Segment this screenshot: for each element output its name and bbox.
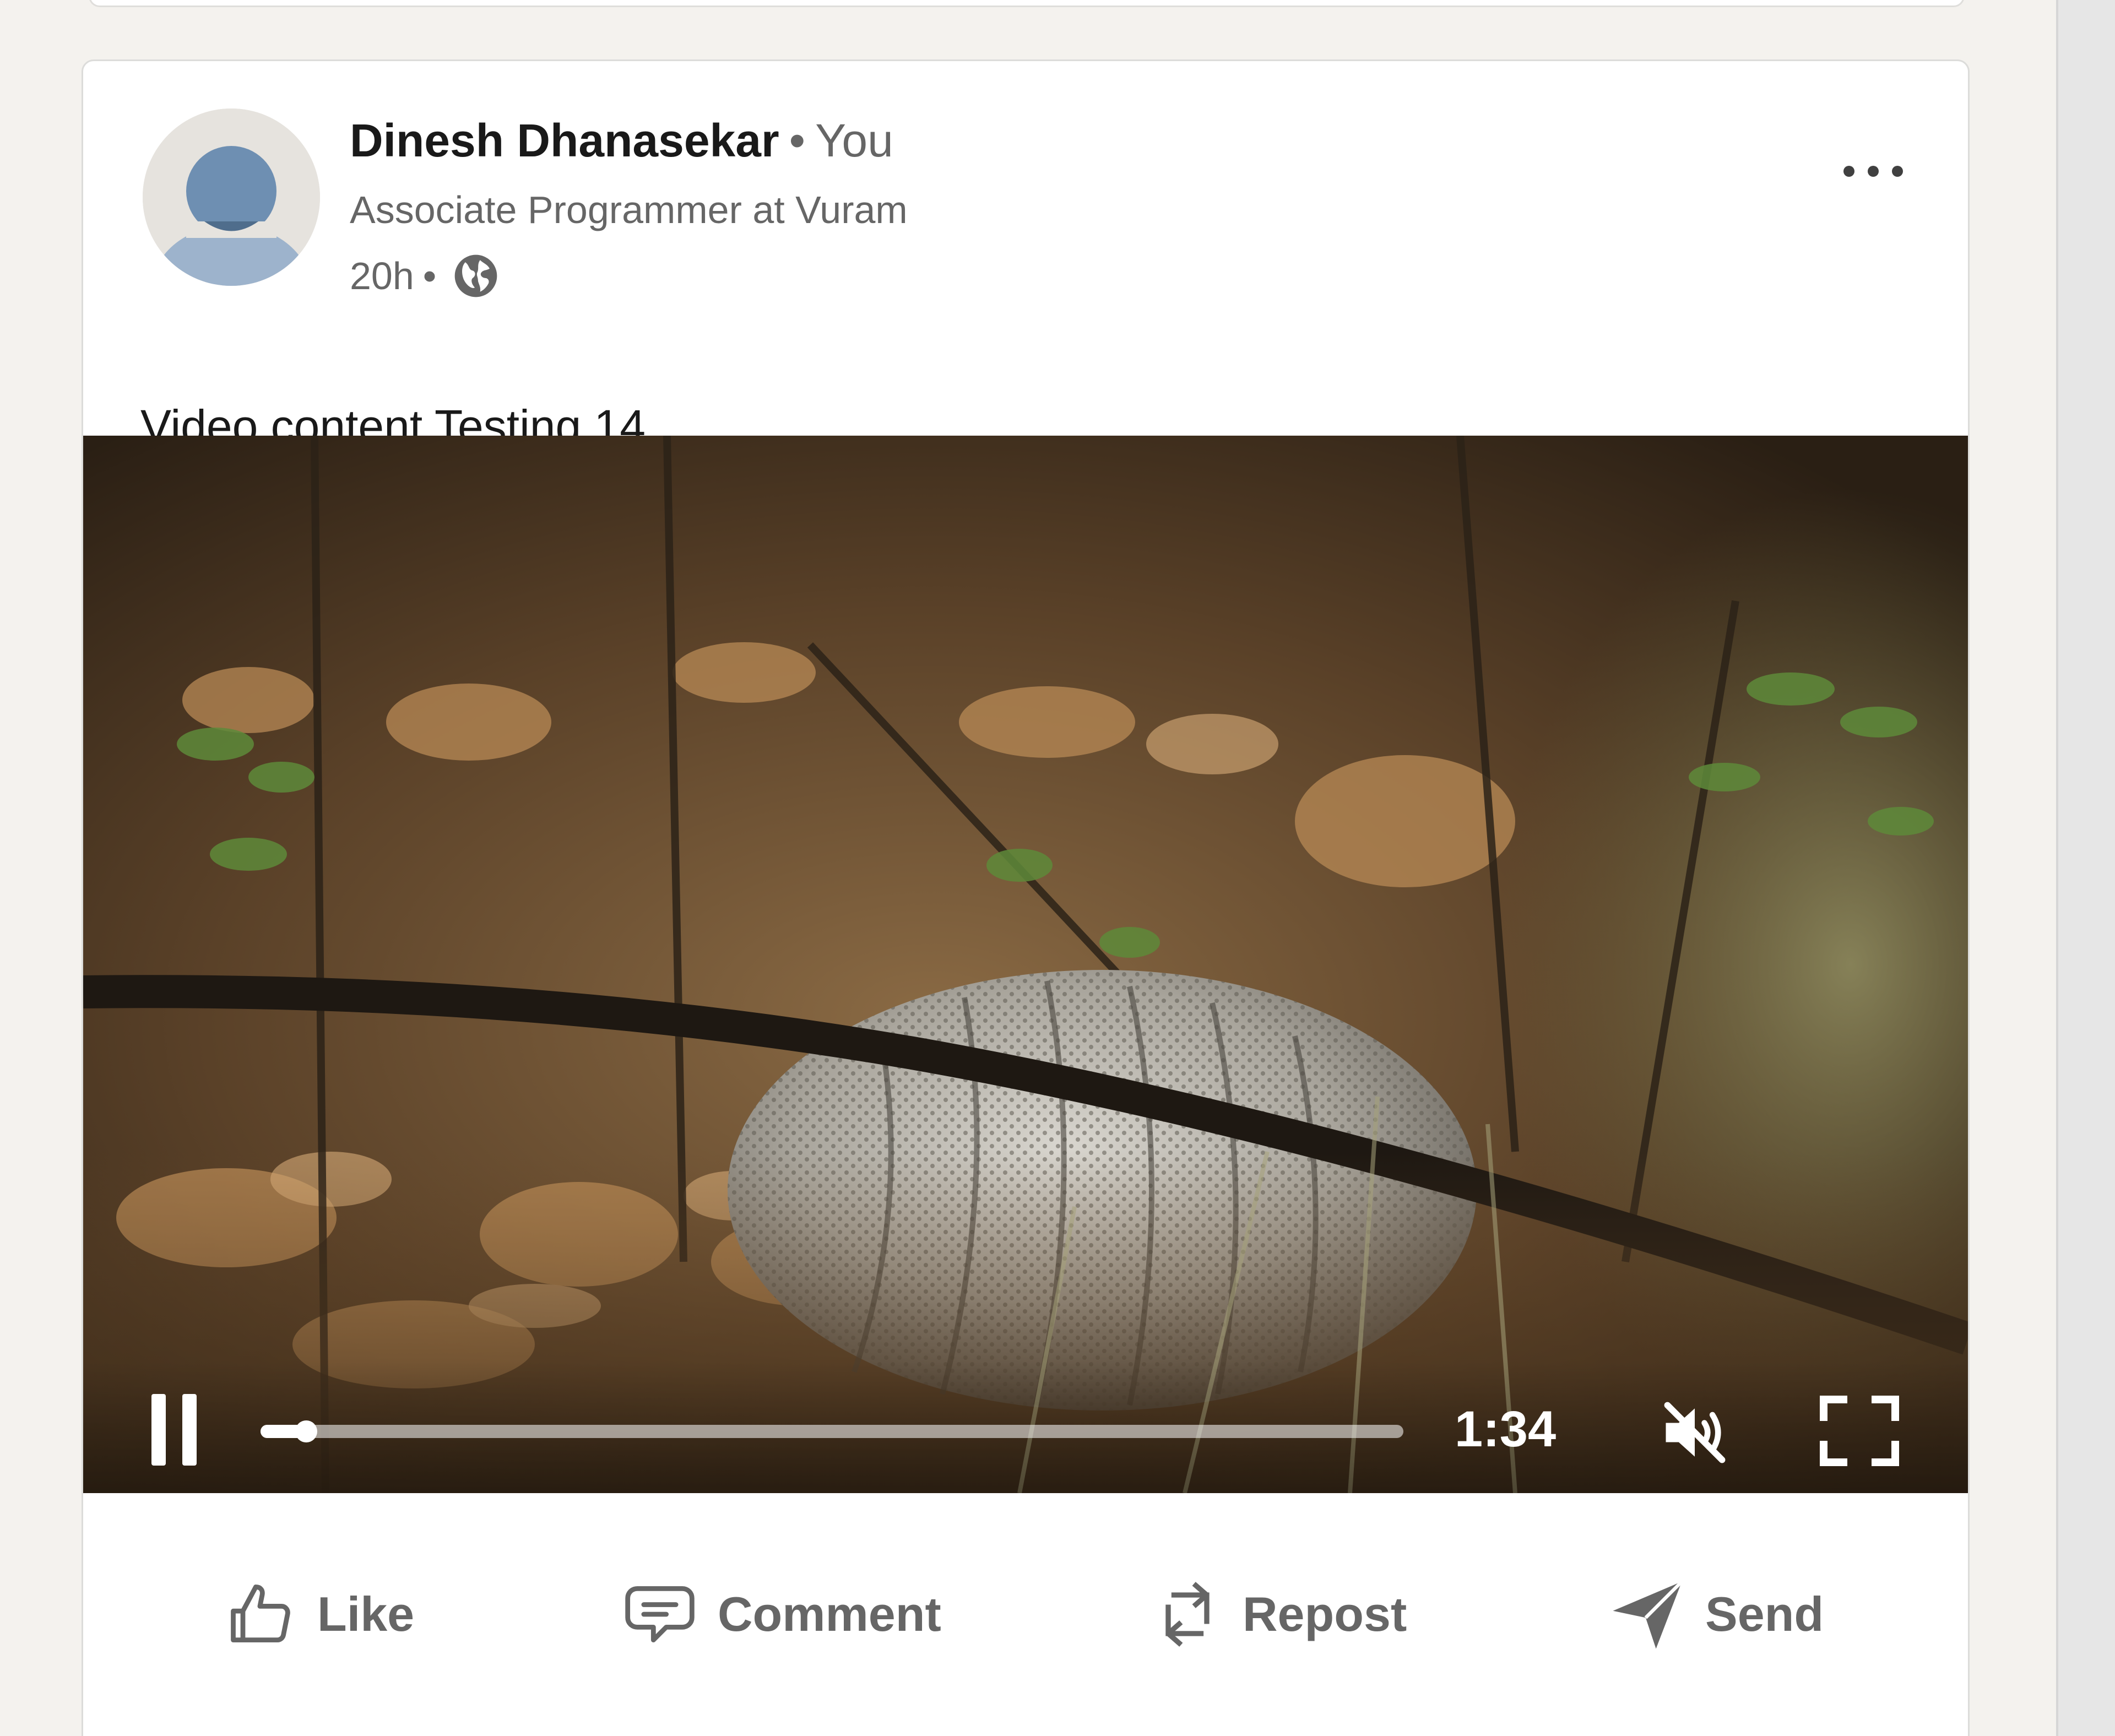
author-line: Dinesh Dhanasekar • You (350, 114, 893, 175)
author-name[interactable]: Dinesh Dhanasekar (350, 115, 779, 166)
avatar-silhouette-icon (143, 109, 320, 286)
repost-icon (1165, 1582, 1210, 1647)
video-progress-bar[interactable] (261, 1420, 1403, 1442)
post-timestamp: 20h (350, 254, 414, 297)
video-time-remaining: 1:34 (1455, 1401, 1557, 1457)
feed-page: Dinesh Dhanasekar • You Associate Programm… (0, 0, 2115, 1736)
feed-post-card: Dinesh Dhanasekar • You Associate Programm… (82, 59, 1970, 1736)
video-controls: 1:34 (83, 1361, 1968, 1493)
post-more-options-button[interactable] (1813, 144, 1934, 199)
send-icon (1613, 1580, 1683, 1649)
globe-icon (454, 254, 497, 297)
video-player[interactable]: 1:34 (83, 436, 1968, 1493)
like-label: Like (317, 1587, 415, 1641)
video-progress-knob[interactable] (295, 1420, 317, 1442)
send-label: Send (1705, 1587, 1824, 1641)
meta-separator: • (422, 254, 437, 297)
comment-button[interactable]: Comment (619, 1559, 941, 1669)
ellipsis-icon (1843, 166, 1854, 177)
repost-button[interactable]: Repost (1149, 1559, 1407, 1669)
previous-post-card (89, 0, 1965, 7)
post-actions-bar: Like Comment Repost Send (83, 1559, 1968, 1669)
pause-icon (151, 1394, 166, 1466)
author-relation: You (815, 115, 893, 166)
comment-label: Comment (718, 1587, 941, 1641)
repost-label: Repost (1243, 1587, 1407, 1641)
fullscreen-button[interactable] (1819, 1395, 1900, 1467)
speaker-muted-icon (1664, 1402, 1726, 1463)
thumbs-up-icon (231, 1585, 290, 1643)
author-headline: Associate Programmer at Vuram (350, 188, 908, 231)
like-button[interactable]: Like (224, 1559, 414, 1669)
post-meta: 20h • (350, 246, 501, 306)
author-avatar[interactable] (143, 109, 320, 286)
video-frame (83, 436, 1968, 1493)
send-button[interactable]: Send (1606, 1559, 1824, 1669)
right-scroll-rail (2056, 0, 2115, 1736)
mute-toggle-button[interactable] (1656, 1394, 1733, 1471)
author-separator: • (789, 115, 806, 166)
pause-button[interactable] (144, 1394, 204, 1466)
fullscreen-icon (1820, 1396, 1899, 1466)
comment-icon (625, 1586, 695, 1643)
